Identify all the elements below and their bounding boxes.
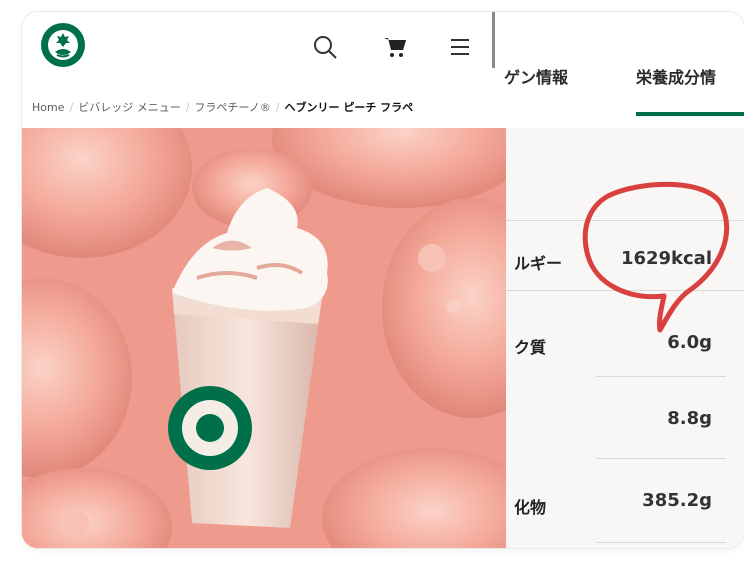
row-divider xyxy=(506,290,744,291)
pane-divider xyxy=(492,12,495,68)
nutrition-pane: ゲン情報 栄養成分情 ルギー 1629kcal ク質 6.0g 8.8g 化物 … xyxy=(504,12,744,548)
breadcrumb-frappuccino-link[interactable]: フラペチーノ® xyxy=(194,101,270,114)
tab-nutrition[interactable]: 栄養成分情 xyxy=(636,64,716,88)
row-divider xyxy=(596,458,726,459)
nutrition-label: ルギー xyxy=(514,254,563,273)
breadcrumb-separator: / xyxy=(69,101,74,114)
info-tabs: ゲン情報 栄養成分情 xyxy=(504,12,744,128)
hamburger-menu-icon[interactable] xyxy=(448,34,474,60)
starbucks-logo-icon[interactable] xyxy=(40,22,86,68)
breadcrumb-beverage-link[interactable]: ビバレッジ メニュー xyxy=(78,101,181,114)
site-header xyxy=(22,12,508,88)
screenshot-card: Home / ビバレッジ メニュー / フラペチーノ® / ヘブンリー ピーチ フラペ xyxy=(22,12,744,548)
breadcrumb-home-link[interactable]: Home xyxy=(32,101,64,114)
search-icon[interactable] xyxy=(312,34,338,60)
active-tab-indicator xyxy=(636,112,744,116)
nutrition-label: 化物 xyxy=(514,498,547,517)
tab-allergen[interactable]: ゲン情報 xyxy=(504,64,568,88)
nutrition-table: ルギー 1629kcal ク質 6.0g 8.8g 化物 385.2g xyxy=(506,128,744,548)
nutrition-label: ク質 xyxy=(514,338,547,357)
product-pane: Home / ビバレッジ メニュー / フラペチーノ® / ヘブンリー ピーチ フラペ xyxy=(22,12,508,548)
nutrition-value: 8.8g xyxy=(667,408,712,429)
breadcrumb-separator: / xyxy=(185,101,190,114)
product-hero-image xyxy=(22,128,508,548)
breadcrumb-separator: / xyxy=(275,101,280,114)
table-row: ク質 6.0g xyxy=(506,292,744,388)
table-row: 化物 385.2g xyxy=(506,460,744,548)
breadcrumb: Home / ビバレッジ メニュー / フラペチーノ® / ヘブンリー ピーチ フラペ xyxy=(22,94,518,122)
nutrition-value: 6.0g xyxy=(667,332,712,353)
cart-icon[interactable] xyxy=(382,34,408,60)
row-divider xyxy=(596,376,726,377)
row-divider xyxy=(596,542,726,543)
breadcrumb-current: ヘブンリー ピーチ フラペ xyxy=(284,101,414,114)
nutrition-value: 1629kcal xyxy=(620,248,712,269)
nutrition-value: 385.2g xyxy=(642,490,712,511)
row-divider xyxy=(506,220,744,221)
